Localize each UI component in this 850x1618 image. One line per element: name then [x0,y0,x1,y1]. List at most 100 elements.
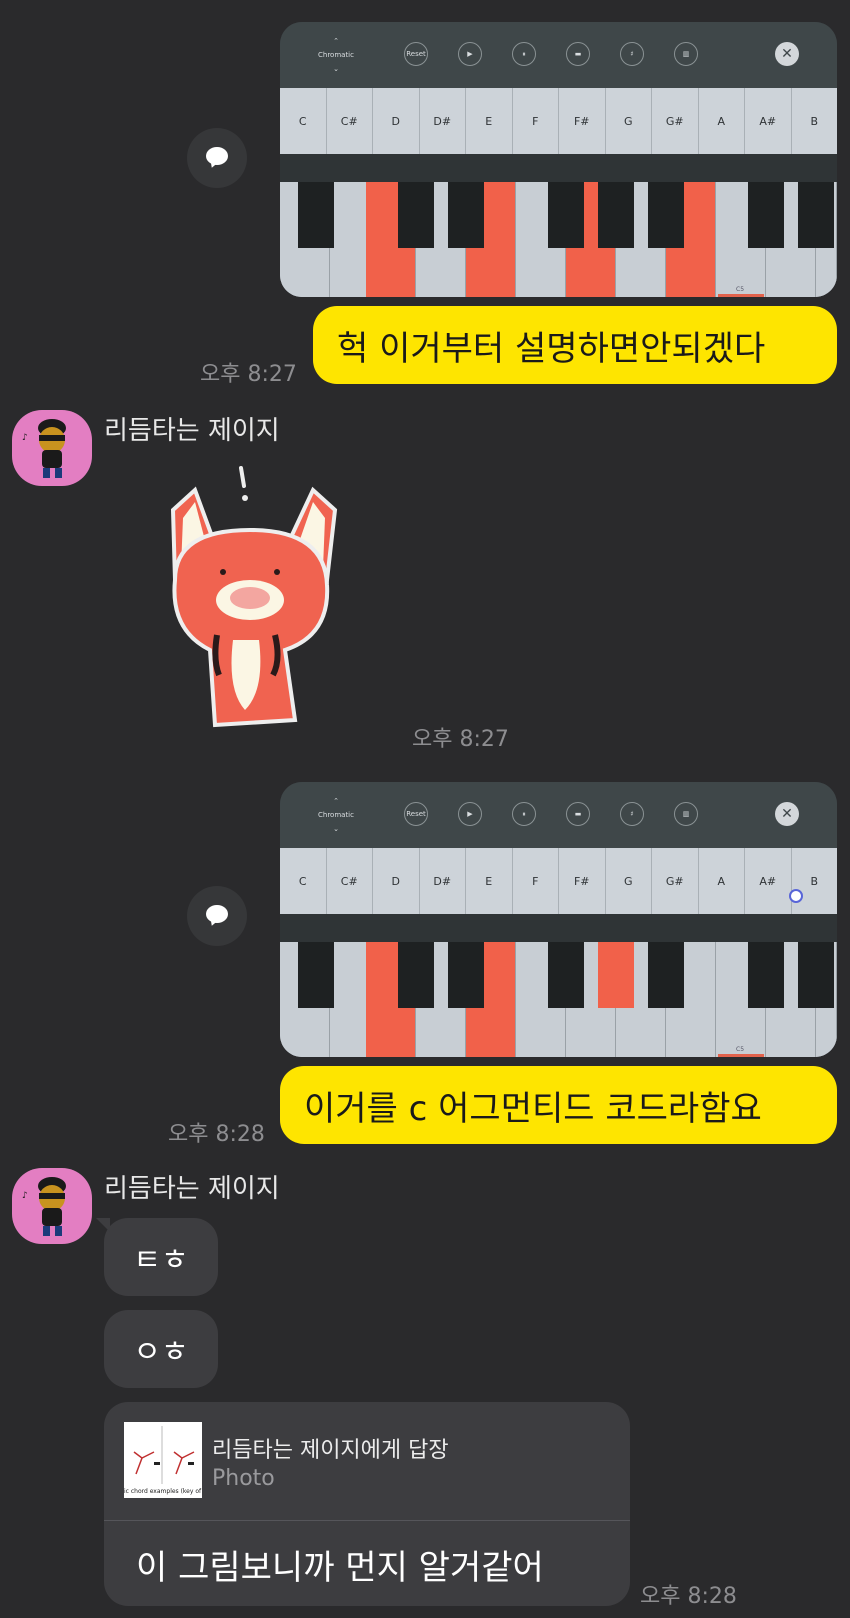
note-label: D [373,848,420,914]
reply-target: 리듬타는 제이지에게 답장 [212,1438,449,1463]
pause-icon: ⏸ [512,802,536,826]
note-label: B [810,874,819,888]
black-key [398,182,434,248]
note-label: D# [420,88,466,154]
bars-icon: ▥ [674,802,698,826]
share-button[interactable] [187,886,247,946]
note-label: F# [559,88,606,154]
reset-button: Reset [404,802,428,826]
note-label: C [280,848,327,914]
avatar[interactable]: ♪ [12,410,92,486]
pause-icon: ⏸ [512,42,536,66]
message-text: ㅌㅎ [133,1243,189,1278]
fox-sticker[interactable] [155,460,345,760]
svg-text:♪: ♪ [22,1191,28,1201]
piano-screenshot-1[interactable]: ⌃ Chromatic ⌄ Reset ▶ ⏸ ▬ ♯ ▥ ✕ C C# D D# … [280,22,837,297]
message-text: 헉 이거부터 설명하면안되겠다 [337,328,766,369]
black-key [548,182,584,248]
reset-button: Reset [404,42,428,66]
black-key-highlighted [598,942,634,1008]
note-label-row: C C# D D# E F F# G G# A A# B [280,848,837,914]
black-key [648,182,684,248]
octave-underline [718,1054,764,1057]
note-label: E [466,848,513,914]
message-time: 오후 8:27 [412,727,509,752]
message-time: 오후 8:27 [200,362,297,387]
note-label: F# [559,848,606,914]
black-key [598,182,634,248]
mode-selector: ⌃ Chromatic ⌄ [318,797,354,833]
black-key [448,182,484,248]
note-label: C# [327,848,373,914]
sender-name: 리듬타는 제이지 [104,1174,280,1204]
reply-quote[interactable]: ic chord examples (key of 리듬타는 제이지에게 답장 … [104,1402,630,1520]
touch-indicator [789,889,803,903]
black-key [798,942,834,1008]
keyboard-gap [280,914,837,942]
their-message-bubble[interactable]: ㅌㅎ [96,1218,218,1296]
note-label: D [373,88,420,154]
note-label: A# [745,848,792,914]
piano-toolbar: ⌃ Chromatic ⌄ Reset ▶ ⏸ ▬ ♯ ▥ ✕ [280,22,837,88]
black-key [298,942,334,1008]
note-label: B [810,114,819,128]
sharp-icon: ♯ [620,42,644,66]
message-text: ㅇㅎ [133,1335,189,1370]
play-icon: ▶ [458,42,482,66]
close-icon: ✕ [775,42,799,66]
piano-screenshot-2[interactable]: ⌃ Chromatic ⌄ Reset ▶ ⏸ ▬ ♯ ▥ ✕ C C# D D# … [280,782,837,1057]
octave-underline [718,294,764,297]
note-label: G# [652,848,699,914]
divider [104,1520,630,1521]
share-button[interactable] [187,128,247,188]
black-key [398,942,434,1008]
close-icon: ✕ [775,802,799,826]
thumbnail-caption: ic chord examples (key of [124,1488,202,1495]
loop-icon: ▬ [566,42,590,66]
note-label: A [699,88,745,154]
note-label: C [280,88,327,154]
keyboard: C5 [280,182,837,297]
black-key [748,942,784,1008]
reply-photo-thumbnail: ic chord examples (key of [124,1422,202,1498]
black-key [648,942,684,1008]
note-label-row: C C# D D# E F F# G G# A A# B [280,88,837,154]
my-message-bubble[interactable]: 이거를 c 어그먼티드 코드라함요 [280,1066,837,1144]
note-label: C# [327,88,373,154]
black-key [548,942,584,1008]
message-time: 오후 8:28 [168,1122,265,1147]
note-label: D# [420,848,466,914]
octave-marker: C5 [736,286,745,293]
reply-type: Photo [212,1466,275,1491]
note-label: G# [652,88,699,154]
play-icon: ▶ [458,802,482,826]
their-message-bubble[interactable]: ㅇㅎ [104,1310,218,1388]
message-time: 오후 8:28 [640,1584,737,1609]
bars-icon: ▥ [674,42,698,66]
note-label: A# [745,88,792,154]
avatar-character-icon: ♪ [22,419,66,478]
note-label: A [699,848,745,914]
note-label: G [606,88,652,154]
mode-selector: ⌃ Chromatic ⌄ [318,37,354,73]
sharp-icon: ♯ [620,802,644,826]
keyboard: C5 [280,942,837,1057]
loop-icon: ▬ [566,802,590,826]
piano-toolbar: ⌃ Chromatic ⌄ Reset ▶ ⏸ ▬ ♯ ▥ ✕ [280,782,837,848]
note-label: E [466,88,513,154]
black-key [448,942,484,1008]
octave-marker: C5 [736,1046,745,1053]
black-key [748,182,784,248]
keyboard-gap [280,154,837,182]
black-key [298,182,334,248]
reply-message-bubble[interactable]: ic chord examples (key of 리듬타는 제이지에게 답장 … [104,1402,630,1606]
sender-name: 리듬타는 제이지 [104,416,280,446]
my-message-bubble[interactable]: 헉 이거부터 설명하면안되겠다 [313,306,837,384]
note-label: F [513,848,559,914]
note-label: F [513,88,559,154]
black-key [798,182,834,248]
message-text: 이거를 c 어그먼티드 코드라함요 [304,1088,762,1129]
avatar[interactable]: ♪ [12,1168,92,1244]
note-label: G [606,848,652,914]
message-text: 이 그림보니까 먼지 알거같어 [136,1548,544,1588]
